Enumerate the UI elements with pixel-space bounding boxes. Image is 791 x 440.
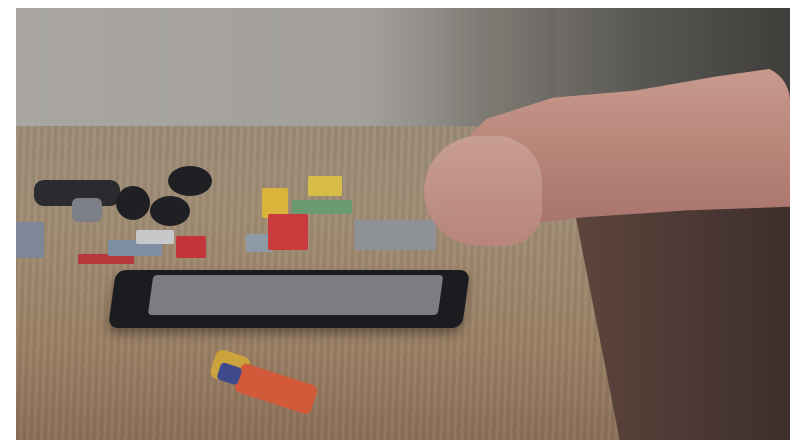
photo-frame [16,8,790,440]
grey-brick [16,222,44,258]
wheel [150,196,190,226]
red-brick [176,236,206,258]
phone-screen [147,275,444,315]
green-brick [292,200,352,214]
red-brick [268,214,308,250]
fingers [424,136,542,246]
wheel [168,166,212,196]
toy-part [233,362,319,416]
white-brick [136,230,174,244]
smartphone [107,270,471,328]
grey-brick [72,198,102,222]
yellow-brick [308,176,342,196]
grey-plate [354,220,436,250]
wheel [116,186,150,220]
